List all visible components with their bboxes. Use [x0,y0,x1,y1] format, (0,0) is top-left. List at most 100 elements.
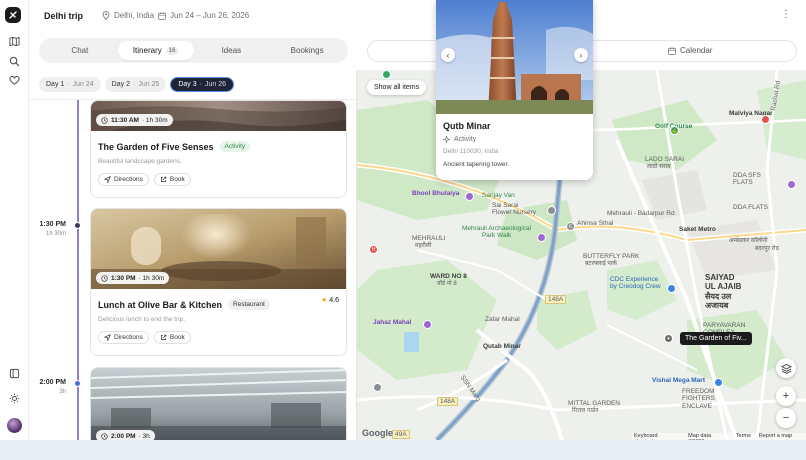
map-icon[interactable] [7,34,21,48]
next-image-button[interactable]: › [574,48,588,62]
card-type-badge: Activity [219,141,251,152]
card-duration: · 3h [138,432,150,440]
book-label: Book [169,176,185,183]
clock-icon [101,116,108,124]
calendar-icon [668,46,676,55]
prev-image-button[interactable]: ‹ [441,48,455,62]
day-sep: · [67,81,70,88]
map-label: CDC Experience by Creodog Crew [610,276,661,291]
trip-title: Delhi trip [44,11,84,21]
sidebar-toggle-icon[interactable] [7,366,21,380]
road-shield: 148A [545,295,567,305]
tab-label: Ideas [221,46,242,55]
day-chip-3[interactable]: Day 3 · Jun 26 [170,77,235,92]
park-pin-icon[interactable] [382,70,391,79]
day-sep: · [199,81,202,88]
view-tabs: Chat Itinerary 16 Ideas Bookings [39,38,348,63]
tab-ideas[interactable]: Ideas [194,41,270,60]
day-label: Day 1 [46,81,65,88]
hospital-pin-icon[interactable]: H [369,245,378,254]
app-logo-icon[interactable] [5,7,21,23]
map-label: Mehrauli Archaeological Park Walk [462,225,532,240]
activity-icon [443,136,450,143]
layers-icon[interactable] [776,358,796,378]
zoom-out-button[interactable]: − [776,408,796,428]
nursery-pin-icon[interactable] [547,206,556,215]
map-label: MEHRAULI [412,235,446,242]
book-label: Book [169,334,185,341]
card-image: 2:00 PM · 3h [91,368,346,442]
card-description: Delicious lunch to end the trip. [98,316,186,323]
map-label: LADO SARAI [645,156,685,163]
map-label: वॉर्ड नो 8 [437,281,457,287]
trip-location[interactable]: Delhi, India [102,11,154,20]
theme-sun-icon[interactable] [7,391,21,405]
map-label: मित्तल गार्डन [572,408,599,414]
book-button[interactable]: Book [153,331,191,344]
map-label: Sanjay Van [482,192,515,199]
location-pin-icon [102,11,110,20]
map-label: लाडो सराय [647,164,671,170]
place-pin-icon[interactable] [787,180,796,189]
card-time: 11:30 AM [111,116,139,124]
book-button[interactable]: Book [153,173,191,186]
card-time: 2:00 PM [111,432,136,440]
map-label: WARD NO 8 [430,273,467,280]
avatar[interactable] [7,418,22,433]
place-popup[interactable]: ‹ › Qutb Minar Activity Delhi 110030, In… [436,0,593,180]
map-label: Sai Sarai Flower Nursery [492,202,537,217]
search-icon[interactable] [7,54,21,68]
timeline-dot [74,222,81,229]
road-shield: 49A [392,430,410,440]
top-header: Delhi trip Delhi, India Jun 24 – Jun 26,… [29,0,806,33]
card-description: Beautiful landscape gardens. [98,158,182,165]
zoom-in-button[interactable]: + [776,386,796,406]
itinerary-card-lunch[interactable]: 1:30 PM · 1h 30m Lunch at Olive Bar & Ki… [90,208,347,356]
show-all-items-button[interactable]: Show all items [367,80,427,95]
heart-icon[interactable] [7,73,21,87]
golf-pin-icon[interactable]: ⛳ [670,126,679,135]
map-label: DDA FLATS [733,204,768,211]
card-body: Lunch at Olive Bar & Kitchen Restaurant … [91,289,346,350]
directions-button[interactable]: Directions [98,331,149,344]
shop-pin-icon[interactable] [667,284,676,293]
day-chip-1[interactable]: Day 1 · Jun 24 [39,77,101,92]
trip-dates[interactable]: Jun 24 – Jun 26, 2026 [158,11,249,20]
popup-address: Delhi 110030, India [443,148,499,155]
card-time-pill: 1:30 PM · 1h 30m [96,272,170,284]
shop-pin-icon[interactable] [714,378,723,387]
tab-itinerary[interactable]: Itinerary 16 [117,41,194,60]
more-options-icon[interactable]: ⋮ [781,9,791,23]
timeline-dot [74,380,81,387]
external-link-icon [160,334,167,340]
tab-bookings[interactable]: Bookings [269,41,345,60]
map-label: DDA SFS FLATS [733,172,761,187]
card-rating-value: 4.6 [329,296,339,304]
card-rating: ★ 4.6 [321,296,339,305]
selected-marker-label[interactable]: The Garden of Fiv... [680,332,752,345]
route-marker-icon: 6 [566,222,575,231]
map-label: MITTAL GARDEN [568,400,621,407]
attraction-pin-icon[interactable] [465,192,474,201]
tab-chat[interactable]: Chat [42,41,118,60]
calendar-view-button[interactable]: Calendar [668,46,712,55]
attraction-pin-icon[interactable] [537,233,546,242]
directions-button[interactable]: Directions [98,173,149,186]
map-label: Saket Metro [679,226,716,233]
attraction-pin-icon[interactable] [423,320,432,329]
google-logo: Google [362,428,393,438]
clock-icon [101,274,108,282]
itinerary-card-garden[interactable]: 11:30 AM · 1h 30m The Garden of Five Sen… [90,100,347,198]
map-label: SAIYAD UL AJAIB [705,273,742,292]
place-pin-icon[interactable] [761,115,770,124]
place-pin-icon[interactable] [373,383,382,392]
card-image: 11:30 AM · 1h 30m [91,101,346,131]
map-label: अम्बेडकर कॉलोनी [729,238,768,244]
map-label: महरौली [415,243,432,249]
day-label: Day 3 [178,81,197,88]
itinerary-card-airport[interactable]: 2:00 PM · 3h [90,367,347,442]
day-chip-2[interactable]: Day 2 · Jun 25 [104,77,167,92]
timeline-time: 1:30 PM [39,221,66,228]
selected-location-icon[interactable]: ✦ [664,334,673,343]
popup-description: Ancient tapering tower. [443,161,510,168]
